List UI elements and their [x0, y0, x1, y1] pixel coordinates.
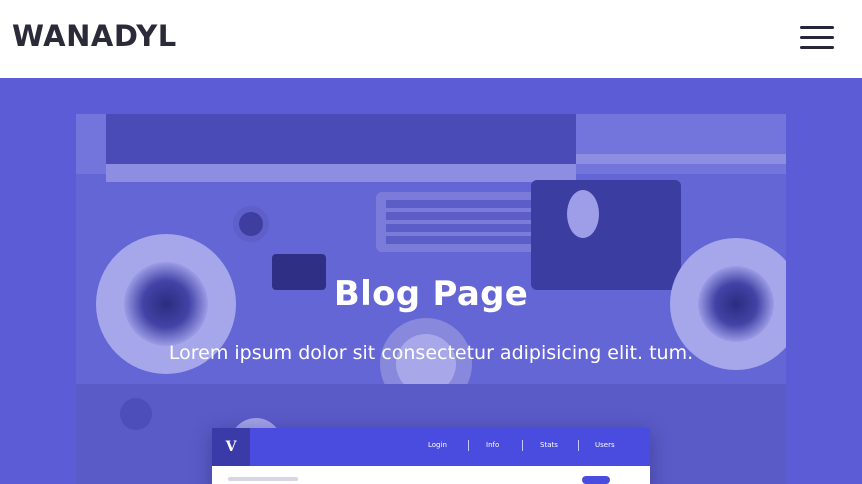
site-logo[interactable]: WANADYL: [12, 20, 177, 52]
mockup-nav-users: Users: [595, 441, 615, 449]
hamburger-menu-icon[interactable]: [800, 26, 834, 50]
hero-section: Blog Page Lorem ipsum dolor sit consecte…: [0, 78, 862, 484]
mockup-nav-info: Info: [486, 441, 500, 449]
mockup-logo: V: [212, 428, 250, 466]
nav-divider: [468, 440, 469, 451]
nav-divider: [522, 440, 523, 451]
logo-text: WANADYL: [12, 19, 177, 53]
mockup-content-line: [228, 477, 298, 481]
mockup-nav-login: Login: [428, 441, 447, 449]
menu-bar-top: [800, 26, 834, 29]
app-mockup-preview: V Login Info Stats Users: [212, 428, 650, 484]
mockup-nav-stats: Stats: [540, 441, 558, 449]
page-subtitle: Lorem ipsum dolor sit consectetur adipis…: [168, 342, 694, 364]
nav-divider: [578, 440, 579, 451]
page-title: Blog Page: [333, 274, 529, 314]
mockup-navigation: Login Info Stats Users: [250, 428, 650, 466]
menu-bar-bottom: [800, 46, 834, 49]
top-navigation-bar: WANADYL: [0, 0, 862, 78]
mockup-button: [582, 476, 610, 484]
menu-bar-middle: [800, 36, 834, 39]
